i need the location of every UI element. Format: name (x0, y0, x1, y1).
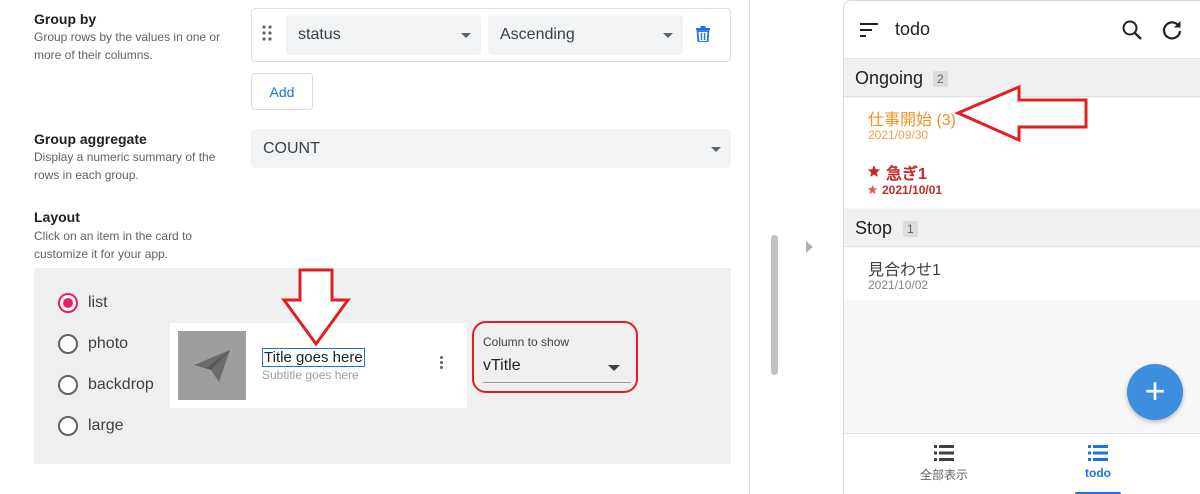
chevron-down-icon (461, 33, 471, 38)
group-order-value: Ascending (500, 26, 575, 43)
sort-menu-icon[interactable] (860, 23, 878, 37)
layout-option-label: photo (88, 335, 129, 352)
list-item[interactable]: 急ぎ1 2021/10/01 (844, 148, 1200, 208)
radio-icon (58, 416, 78, 436)
item-title: 仕事開始 (3) (868, 112, 957, 129)
app-preview: todo Ongoing 2 仕事開始 (3) 2021/09/30 急ぎ1 2… (843, 0, 1200, 494)
column-to-show-field[interactable]: Column to show vTitle (472, 321, 638, 393)
star-icon (867, 165, 881, 177)
layout-option-photo[interactable]: photo (58, 334, 128, 354)
list-item[interactable]: 見合わせ1 2021/10/02 (844, 248, 1200, 300)
group-order-select[interactable]: Ascending (488, 15, 683, 55)
list-item[interactable]: 仕事開始 (3) 2021/09/30 (844, 98, 1200, 148)
group-name: Stop (855, 218, 893, 238)
group-aggregate-select[interactable]: COUNT (251, 129, 731, 168)
group-aggregate-value: COUNT (263, 139, 320, 157)
star-icon (867, 184, 878, 195)
group-count-badge: 2 (933, 71, 948, 87)
screenshot-root: Group by Group rows by the values in one… (0, 0, 1200, 494)
search-icon[interactable] (1121, 19, 1143, 41)
item-date: 2021/10/02 (868, 278, 929, 292)
group-column-value: status (298, 26, 341, 43)
nav-label: todo (1085, 466, 1111, 480)
card-title[interactable]: Title goes here (262, 348, 365, 367)
add-group-button[interactable]: Add (251, 73, 313, 110)
item-title: 見合わせ1 (868, 262, 941, 279)
app-title: todo (895, 19, 931, 39)
more-vert-icon[interactable] (440, 356, 444, 371)
radio-icon (58, 375, 78, 395)
group-by-row: status Ascending (251, 8, 731, 62)
layout-preview-area: list photo backdrop large Title goes her… (34, 268, 731, 464)
card-image[interactable] (178, 331, 246, 400)
layout-option-label: large (88, 417, 124, 434)
bottom-navigation: 全部表示 todo (844, 433, 1200, 494)
layout-option-list[interactable]: list (58, 293, 108, 313)
chevron-down-icon (663, 33, 673, 38)
group-header-ongoing[interactable]: Ongoing 2 (844, 59, 1200, 97)
radio-icon (58, 334, 78, 354)
chevron-down-icon (608, 365, 620, 371)
column-to-show-value: vTitle (483, 357, 521, 374)
item-title: 急ぎ1 (886, 166, 927, 183)
layout-option-backdrop[interactable]: backdrop (58, 375, 154, 395)
trash-icon[interactable] (696, 26, 710, 42)
nav-item-all[interactable]: 全部表示 (884, 444, 1004, 483)
scrollbar-thumb[interactable] (771, 235, 778, 375)
layout-option-label: list (88, 294, 108, 311)
field-underline (483, 382, 631, 383)
list-icon (1088, 445, 1108, 461)
list-icon (934, 445, 954, 461)
item-date: 2021/10/01 (882, 183, 943, 197)
item-date: 2021/09/30 (868, 128, 929, 142)
refresh-icon[interactable] (1160, 18, 1184, 42)
layout-title: Layout (34, 209, 80, 225)
drag-handle-icon[interactable] (262, 25, 274, 41)
group-aggregate-title: Group aggregate (34, 131, 147, 147)
add-fab-button[interactable]: + (1127, 364, 1183, 420)
layout-option-large[interactable]: large (58, 416, 124, 436)
send-icon (194, 349, 230, 382)
settings-panel: Group by Group rows by the values in one… (0, 0, 750, 494)
nav-item-todo[interactable]: todo (1038, 444, 1158, 480)
group-by-title: Group by (34, 11, 97, 27)
layout-option-label: backdrop (88, 376, 154, 393)
card-subtitle[interactable]: Subtitle goes here (262, 368, 359, 382)
plus-icon: + (1144, 369, 1166, 411)
preview-card: Title goes here Subtitle goes here (170, 323, 467, 408)
group-column-select[interactable]: status (286, 15, 481, 55)
group-count-badge: 1 (903, 221, 918, 237)
chevron-right-icon[interactable] (806, 241, 813, 253)
chevron-down-icon (711, 146, 721, 152)
group-header-stop[interactable]: Stop 1 (844, 209, 1200, 247)
app-bar: todo (844, 1, 1200, 59)
layout-description: Click on an item in the card to customiz… (34, 229, 193, 261)
radio-selected-icon (58, 293, 78, 313)
group-by-description: Group rows by the values in one or more … (34, 30, 221, 62)
group-name: Ongoing (855, 68, 924, 88)
column-to-show-label: Column to show (483, 335, 570, 349)
nav-label: 全部表示 (919, 468, 968, 482)
group-aggregate-description: Display a numeric summary of the rows in… (34, 150, 216, 182)
